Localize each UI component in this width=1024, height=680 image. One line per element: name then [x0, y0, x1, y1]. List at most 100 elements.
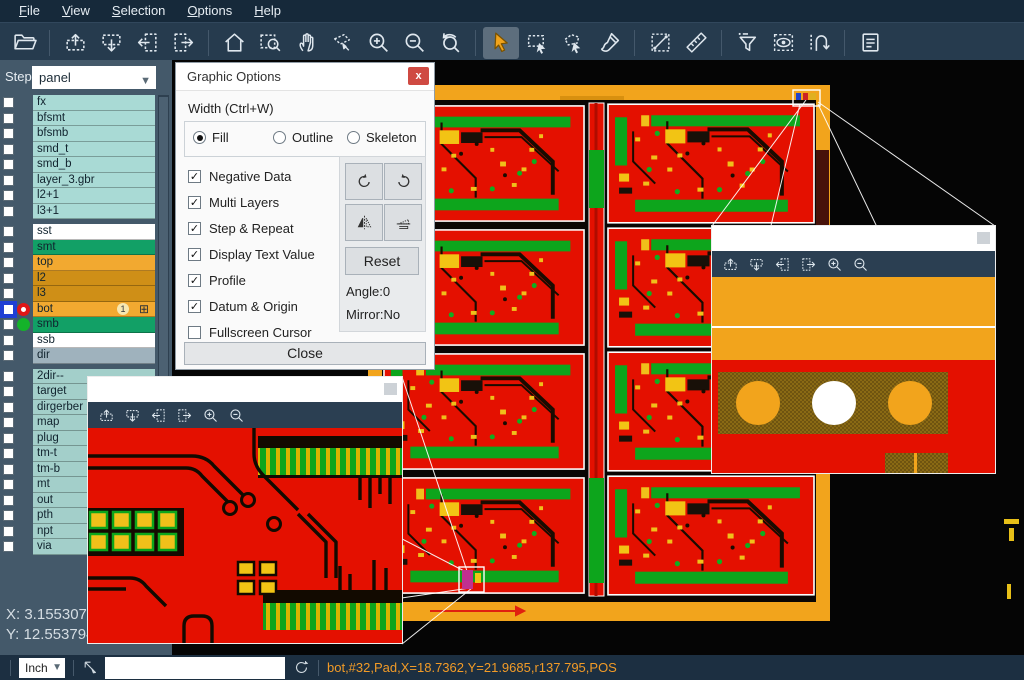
poly-select-button[interactable] — [555, 27, 591, 59]
layer-checkbox[interactable] — [3, 417, 14, 428]
layer-row-fx[interactable]: fx — [0, 95, 157, 111]
import-right-button[interactable] — [800, 256, 817, 273]
mirror-horizontal-button[interactable] — [345, 204, 383, 241]
import-left-button[interactable] — [129, 27, 165, 59]
menu-selection[interactable]: Selection — [101, 0, 176, 22]
layer-row-l3[interactable]: l3 — [0, 286, 157, 302]
layer-row-smb[interactable]: smb — [0, 317, 157, 333]
layer-checkbox[interactable] — [3, 304, 14, 315]
checkbox-box[interactable]: ✓ — [188, 274, 201, 287]
layer-checkbox[interactable] — [3, 541, 14, 552]
zoom-window-right-content[interactable] — [712, 277, 995, 473]
checkbox-display-text-value[interactable]: ✓Display Text Value — [188, 245, 315, 263]
layer-row-bot[interactable]: bot1⊞ — [0, 302, 157, 318]
open-folder-button[interactable] — [6, 27, 42, 59]
layer-row-l2[interactable]: l2 — [0, 271, 157, 287]
zoom-window-left-close-button[interactable] — [384, 383, 397, 395]
zoom-window-left-titlebar[interactable] — [88, 377, 402, 402]
checkbox-box[interactable]: ✓ — [188, 248, 201, 261]
import-down-button[interactable] — [748, 256, 765, 273]
checkbox-box[interactable] — [188, 326, 201, 339]
layer-checkbox[interactable] — [3, 371, 14, 382]
checkbox-negative-data[interactable]: ✓Negative Data — [188, 167, 291, 185]
checkbox-box[interactable]: ✓ — [188, 170, 201, 183]
zoom-window-right[interactable] — [711, 225, 996, 474]
corner-pen-tool[interactable] — [82, 659, 99, 676]
refresh-button[interactable] — [293, 659, 310, 676]
layer-row-l3+1[interactable]: l3+1 — [0, 204, 157, 220]
zoom-in-button[interactable] — [826, 256, 843, 273]
layer-checkbox[interactable] — [3, 242, 14, 253]
zoom-in-button[interactable] — [360, 27, 396, 59]
layer-checkbox[interactable] — [3, 510, 14, 521]
import-up-button[interactable] — [98, 407, 115, 424]
layer-row-top[interactable]: top — [0, 255, 157, 271]
layer-row-smt[interactable]: smt — [0, 240, 157, 256]
checkbox-step-repeat[interactable]: ✓Step & Repeat — [188, 219, 294, 237]
layer-checkbox[interactable] — [3, 495, 14, 506]
layer-checkbox[interactable] — [3, 97, 14, 108]
uturn-route-button[interactable] — [801, 27, 837, 59]
menu-help[interactable]: Help — [243, 0, 292, 22]
reset-button[interactable]: Reset — [345, 247, 419, 275]
layer-checkbox[interactable] — [3, 175, 14, 186]
zoom-window-left[interactable] — [87, 376, 403, 644]
layer-checkbox[interactable] — [3, 433, 14, 444]
checkbox-fullscreen-cursor[interactable]: Fullscreen Cursor — [188, 323, 312, 341]
report-button[interactable] — [852, 27, 888, 59]
layer-row-dir[interactable]: dir — [0, 348, 157, 364]
menu-options[interactable]: Options — [176, 0, 243, 22]
layer-row-bfsmt[interactable]: bfsmt — [0, 111, 157, 127]
layer-checkbox[interactable] — [3, 128, 14, 139]
layer-checkbox[interactable] — [3, 526, 14, 537]
layer-checkbox[interactable] — [3, 402, 14, 413]
home-button[interactable] — [216, 27, 252, 59]
layer-checkbox[interactable] — [3, 448, 14, 459]
ruler-button[interactable] — [678, 27, 714, 59]
layer-row-ssb[interactable]: ssb — [0, 333, 157, 349]
view-eye-button[interactable] — [765, 27, 801, 59]
import-down-button[interactable] — [93, 27, 129, 59]
layer-checkbox[interactable] — [3, 273, 14, 284]
import-left-button[interactable] — [774, 256, 791, 273]
unit-select[interactable]: Inch ▼ — [19, 658, 65, 678]
import-down-button[interactable] — [124, 407, 141, 424]
layer-checkbox[interactable] — [3, 386, 14, 397]
import-right-button[interactable] — [176, 407, 193, 424]
checkbox-multi-layers[interactable]: ✓Multi Layers — [188, 193, 279, 211]
scrollbar-thumb[interactable] — [159, 97, 168, 397]
layer-checkbox[interactable] — [3, 226, 14, 237]
layer-row-bfsmb[interactable]: bfsmb — [0, 126, 157, 142]
layer-checkbox[interactable] — [3, 319, 14, 330]
rect-select-button[interactable] — [519, 27, 555, 59]
step-select[interactable]: panel ▼ — [32, 66, 156, 89]
import-left-button[interactable] — [150, 407, 167, 424]
layer-checkbox[interactable] — [3, 479, 14, 490]
zoom-window-right-close-button[interactable] — [977, 232, 990, 244]
dialog-close-icon[interactable]: x — [408, 67, 429, 85]
layer-checkbox[interactable] — [3, 257, 14, 268]
layer-checkbox[interactable] — [3, 288, 14, 299]
import-right-button[interactable] — [165, 27, 201, 59]
menu-view[interactable]: View — [51, 0, 101, 22]
layer-checkbox[interactable] — [3, 206, 14, 217]
brush-button[interactable] — [591, 27, 627, 59]
layer-checkbox[interactable] — [3, 190, 14, 201]
checkbox-box[interactable]: ✓ — [188, 196, 201, 209]
import-up-button[interactable] — [722, 256, 739, 273]
radio-fill[interactable]: Fill — [193, 130, 229, 145]
zoom-window-left-content[interactable] — [88, 428, 402, 643]
zoom-in-button[interactable] — [202, 407, 219, 424]
checkbox-datum-origin[interactable]: ✓Datum & Origin — [188, 297, 298, 315]
layer-checkbox[interactable] — [3, 144, 14, 155]
layer-row-smd_t[interactable]: smd_t — [0, 142, 157, 158]
radio-skeleton[interactable]: Skeleton — [347, 130, 417, 145]
layer-checkbox[interactable] — [3, 350, 14, 361]
mirror-vertical-button[interactable] — [384, 204, 422, 241]
close-button[interactable]: Close — [184, 342, 426, 365]
checkbox-box[interactable]: ✓ — [188, 300, 201, 313]
layer-checkbox[interactable] — [3, 113, 14, 124]
layer-row-sst[interactable]: sst — [0, 224, 157, 240]
radio-outline[interactable]: Outline — [273, 130, 333, 145]
zoom-region-button[interactable] — [252, 27, 288, 59]
